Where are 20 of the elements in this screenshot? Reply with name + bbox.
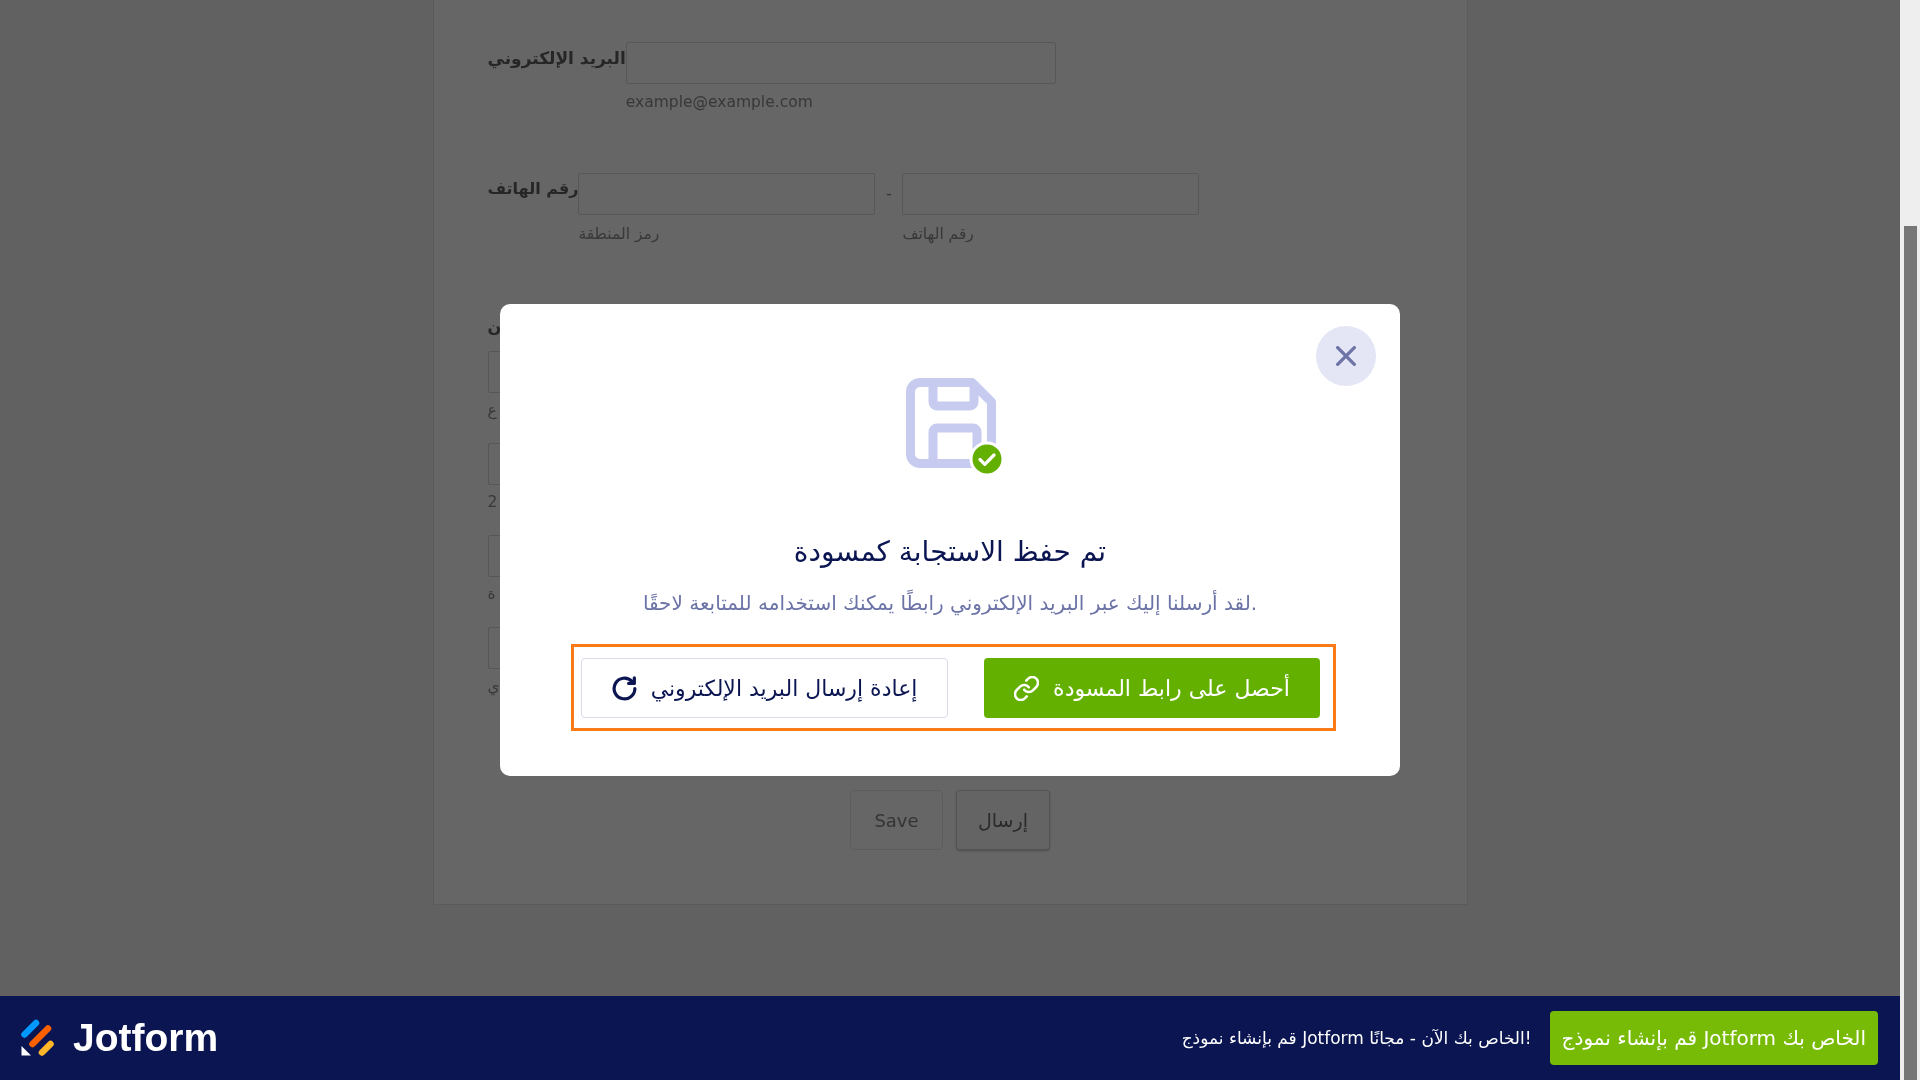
- dialog-title: تم حفظ الاستجابة كمسودة: [793, 534, 1107, 570]
- promo-text: قم بإنشاء نموذج Jotform الخاص بك الآن - مجانًا!: [1181, 1027, 1532, 1049]
- close-button[interactable]: [1316, 326, 1376, 386]
- field-label: ن: [487, 317, 502, 337]
- dialog-message: لقد أرسلنا إليك عبر البريد الإلكتروني رابطًا يمكنك استخدامه للمتابعة لاحقًا.: [642, 590, 1258, 616]
- link-icon: [1014, 675, 1040, 701]
- field-label: رقم الهاتف: [487, 179, 579, 199]
- scrollbar-thumb[interactable]: [1904, 226, 1917, 1080]
- field-separator: -: [885, 183, 893, 205]
- resend-email-button[interactable]: إعادة إرسال البريد الإلكتروني: [581, 658, 948, 718]
- submit-button[interactable]: إرسال: [956, 790, 1050, 850]
- check-badge-icon: [969, 441, 1005, 477]
- close-icon: [1336, 346, 1356, 366]
- get-draft-link-button[interactable]: أحصل على رابط المسودة: [984, 658, 1320, 718]
- create-form-button[interactable]: قم بإنشاء نموذج Jotform الخاص بك: [1549, 1011, 1878, 1065]
- field-label: البريد الإلكتروني: [487, 48, 626, 68]
- scrollbar[interactable]: [1900, 0, 1920, 1080]
- refresh-icon: [611, 675, 637, 701]
- logo-icon: [20, 1019, 55, 1057]
- logo-text: Jotform: [73, 1016, 219, 1060]
